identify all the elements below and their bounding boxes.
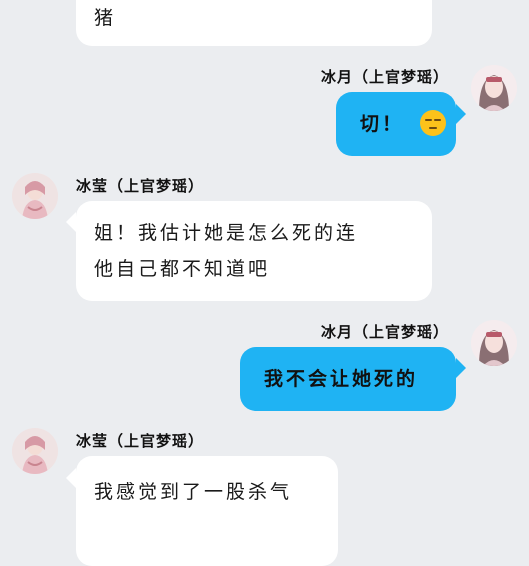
message-text: 我感觉到了一股杀气 <box>94 481 293 503</box>
sender-name: 冰月（上官梦瑶） <box>320 323 449 341</box>
bubble-tail <box>456 358 466 378</box>
avatar-bingyue[interactable] <box>471 65 517 111</box>
message-bubble-incoming[interactable]: 姐！我估计她是怎么死的连 他自己都不知道吧 <box>76 201 432 301</box>
bubble-tail <box>66 468 76 488</box>
sender-name: 冰莹（上官梦瑶） <box>76 177 205 195</box>
bubble-tail <box>66 212 76 232</box>
message-text-line: 姐！我估计她是怎么死的连 <box>94 222 359 244</box>
message-bubble-outgoing[interactable]: 我不会让她死的 <box>240 347 456 411</box>
sender-name: 冰莹（上官梦瑶） <box>76 432 205 450</box>
message-text: 切！ <box>360 113 405 135</box>
message-text: 猪 <box>94 7 117 29</box>
bubble-tail <box>456 104 466 124</box>
message-bubble-incoming[interactable]: 猪 <box>76 0 432 46</box>
avatar-bingyue[interactable] <box>471 320 517 366</box>
chat-message-list[interactable]: 猪 冰月（上官梦瑶） 切！ 冰莹（上官梦瑶） 姐！我估计她是怎么死的连 他自己都… <box>0 0 529 566</box>
message-text-line: 他自己都不知道吧 <box>94 258 271 280</box>
message-bubble-incoming[interactable]: 我感觉到了一股杀气 <box>76 456 338 566</box>
sender-name: 冰月（上官梦瑶） <box>320 68 449 86</box>
unamused-face-icon <box>419 109 446 136</box>
avatar-bingying[interactable] <box>12 428 58 474</box>
avatar-bingying[interactable] <box>12 173 58 219</box>
message-bubble-outgoing[interactable]: 切！ <box>336 92 456 156</box>
message-text: 我不会让她死的 <box>264 368 419 390</box>
